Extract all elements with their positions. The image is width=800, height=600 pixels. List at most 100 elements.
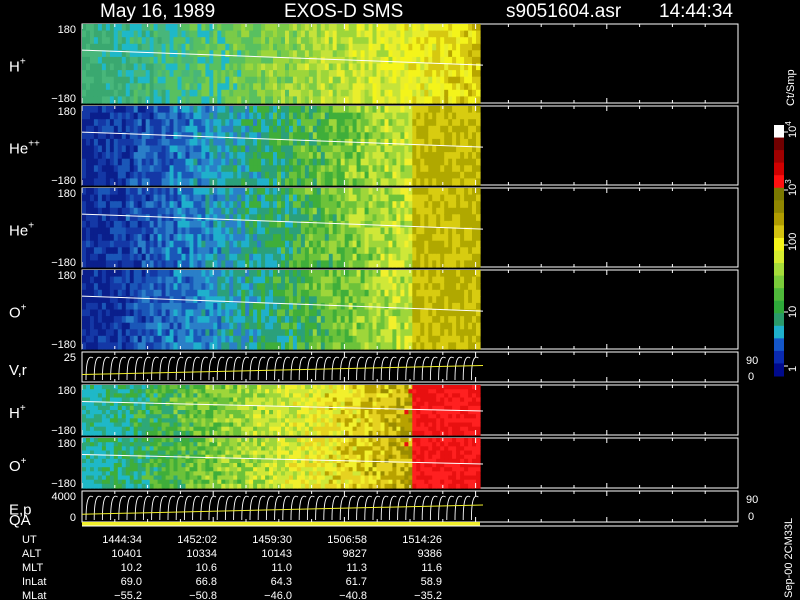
heatmap-cell bbox=[416, 76, 421, 84]
heatmap-cell bbox=[340, 316, 346, 324]
heatmap-cell bbox=[420, 214, 425, 222]
heatmap-cell bbox=[137, 296, 143, 304]
heatmap-cell bbox=[472, 119, 477, 127]
heatmap-cell bbox=[376, 112, 382, 120]
heatmap-cell bbox=[133, 112, 139, 120]
heatmap-cell bbox=[416, 96, 421, 104]
heatmap-cell bbox=[93, 426, 99, 432]
heatmap-cell bbox=[201, 335, 206, 343]
heatmap-cell bbox=[464, 207, 469, 215]
heatmap-cell bbox=[472, 171, 477, 179]
heatmap-cell bbox=[165, 106, 171, 114]
heatmap-cell bbox=[356, 50, 362, 58]
heatmap-cell bbox=[340, 70, 346, 78]
heatmap-cell bbox=[86, 83, 91, 91]
heatmap-cell bbox=[332, 329, 338, 337]
panel-he2 bbox=[81, 105, 739, 186]
heatmap-cell bbox=[460, 119, 465, 127]
heatmap-cell bbox=[177, 289, 183, 297]
heatmap-cell bbox=[384, 112, 390, 120]
heatmap-cell bbox=[225, 214, 230, 222]
heatmap-cell bbox=[193, 165, 198, 173]
heatmap-cell bbox=[452, 152, 457, 160]
heatmap-cell bbox=[125, 247, 131, 255]
heatmap-cell bbox=[285, 342, 290, 350]
heatmap-cell bbox=[464, 270, 469, 278]
heatmap-cell bbox=[101, 24, 107, 32]
heatmap-cell bbox=[344, 283, 350, 291]
heatmap-cell bbox=[233, 260, 238, 268]
heatmap-cell bbox=[101, 253, 107, 261]
heatmap-cell bbox=[424, 188, 429, 196]
heatmap-cell bbox=[213, 158, 218, 166]
heatmap-cell bbox=[181, 342, 187, 350]
heatmap-cell bbox=[336, 270, 342, 278]
heatmap-cell bbox=[253, 158, 258, 166]
heatmap-cell bbox=[253, 152, 258, 160]
heatmap-cell bbox=[360, 247, 366, 255]
heatmap-cell bbox=[181, 63, 187, 71]
heatmap-cell bbox=[145, 43, 151, 51]
heatmap-cell bbox=[464, 342, 469, 350]
heatmap-cell bbox=[316, 125, 322, 133]
heatmap-cell bbox=[161, 240, 167, 248]
heatmap-cell bbox=[157, 145, 163, 153]
heatmap-cell bbox=[141, 37, 147, 45]
heatmap-cell bbox=[420, 296, 425, 304]
heatmap-cell bbox=[157, 106, 163, 114]
heatmap-cell bbox=[86, 188, 91, 196]
heatmap-cell bbox=[197, 342, 202, 350]
heatmap-cell bbox=[452, 158, 457, 166]
heatmap-cell bbox=[181, 83, 187, 91]
heatmap-cell bbox=[456, 302, 461, 311]
heatmap-cell bbox=[257, 30, 262, 38]
heatmap-cell bbox=[181, 165, 187, 173]
heatmap-cell bbox=[97, 125, 103, 133]
heatmap-cell bbox=[241, 207, 246, 215]
heatmap-cell bbox=[472, 289, 477, 297]
heatmap-cell bbox=[296, 24, 302, 32]
heatmap-cell bbox=[344, 152, 350, 160]
heatmap-cell bbox=[233, 270, 238, 278]
heatmap-cell bbox=[157, 276, 163, 284]
heatmap-cell bbox=[221, 309, 226, 317]
heatmap-cell bbox=[273, 335, 278, 343]
heatmap-cell bbox=[157, 158, 163, 166]
heatmap-cell bbox=[392, 214, 397, 222]
heatmap-cell bbox=[161, 276, 167, 284]
heatmap-cell bbox=[97, 309, 103, 317]
heatmap-cell bbox=[392, 24, 397, 32]
heatmap-cell bbox=[312, 329, 318, 337]
heatmap-cell bbox=[193, 240, 198, 248]
heatmap-cell bbox=[316, 76, 322, 84]
heatmap-cell bbox=[392, 283, 397, 291]
heatmap-cell bbox=[101, 414, 107, 419]
heatmap-cell bbox=[340, 283, 346, 291]
heatmap-cell bbox=[380, 106, 386, 114]
heatmap-cell bbox=[113, 165, 119, 173]
heatmap-cell bbox=[456, 171, 461, 179]
heatmap-cell bbox=[360, 316, 366, 324]
heatmap-cell bbox=[245, 234, 250, 242]
heatmap-cell bbox=[173, 138, 179, 147]
heatmap-cell bbox=[384, 119, 390, 127]
heatmap-cell bbox=[404, 270, 409, 278]
heatmap-cell bbox=[273, 276, 278, 284]
heatmap-cell bbox=[372, 270, 378, 278]
heatmap-cell bbox=[82, 132, 87, 140]
heatmap-cell bbox=[324, 152, 330, 160]
heatmap-cell bbox=[392, 302, 397, 311]
heatmap-cell bbox=[253, 125, 258, 133]
heatmap-cell bbox=[141, 188, 147, 196]
heatmap-cell bbox=[173, 309, 179, 317]
heatmap-cell bbox=[161, 309, 167, 317]
heatmap-cell bbox=[464, 83, 469, 91]
heatmap-cell bbox=[464, 214, 469, 222]
heatmap-cell bbox=[316, 83, 322, 91]
heatmap-cell bbox=[161, 37, 167, 45]
heatmap-cell bbox=[157, 214, 163, 222]
heatmap-cell bbox=[82, 322, 87, 330]
heatmap-cell bbox=[344, 316, 350, 324]
heatmap-cell bbox=[101, 37, 107, 45]
heatmap-cell bbox=[376, 289, 382, 297]
